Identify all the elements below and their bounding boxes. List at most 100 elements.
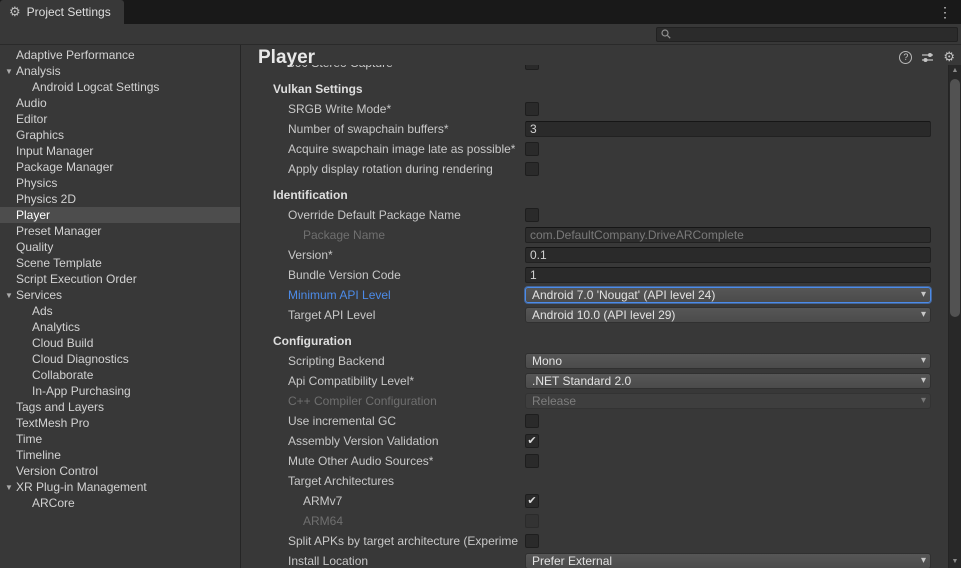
setting-label: Scripting Backend (288, 354, 385, 368)
sidebar-item-label: Preset Manager (16, 224, 101, 238)
sidebar-item-editor[interactable]: Editor (0, 111, 240, 127)
gear-icon[interactable]: ⚙ (943, 49, 955, 65)
checkbox[interactable] (525, 208, 539, 222)
vertical-scrollbar[interactable]: ▲ ▼ (948, 65, 961, 568)
checkbox[interactable] (525, 454, 539, 468)
scroll-down-icon[interactable]: ▼ (949, 556, 961, 568)
section-header: Configuration (273, 334, 352, 348)
setting-label: C++ Compiler Configuration (288, 394, 437, 408)
sidebar-item-input-manager[interactable]: Input Manager (0, 143, 240, 159)
setting-label: Use incremental GC (288, 414, 396, 428)
sidebar-item-label: Analysis (16, 64, 61, 78)
setting-row: Mute Other Audio Sources* (241, 451, 961, 471)
dropdown[interactable]: Android 10.0 (API level 29)▾ (525, 307, 931, 323)
setting-row: Override Default Package Name (241, 205, 961, 225)
setting-label: Api Compatibility Level* (288, 374, 414, 388)
sidebar-item-script-execution-order[interactable]: Script Execution Order (0, 271, 240, 287)
setting-label: Assembly Version Validation (288, 434, 439, 448)
sidebar-item-package-manager[interactable]: Package Manager (0, 159, 240, 175)
dropdown-value: .NET Standard 2.0 (532, 374, 631, 388)
sidebar-item-preset-manager[interactable]: Preset Manager (0, 223, 240, 239)
search-input[interactable] (675, 28, 953, 41)
dropdown[interactable]: Mono ▾ (525, 353, 931, 369)
setting-label: Number of swapchain buffers* (288, 122, 449, 136)
sidebar-item-analysis[interactable]: ▼Analysis (0, 63, 240, 79)
checkbox[interactable] (525, 142, 539, 156)
sidebar-item-services[interactable]: ▼Services (0, 287, 240, 303)
dropdown-arrow-icon: ▾ (921, 394, 926, 408)
setting-row: Minimum API Level Android 7.0 'Nougat' (A… (241, 285, 961, 305)
text-field[interactable] (525, 121, 931, 137)
sidebar-item-cloud-build[interactable]: Cloud Build (0, 335, 240, 351)
sidebar-item-physics[interactable]: Physics (0, 175, 240, 191)
preset-sliders-icon[interactable] (921, 51, 934, 64)
search-box[interactable] (656, 27, 958, 42)
sidebar-item-time[interactable]: Time (0, 431, 240, 447)
setting-row: ARM64 (241, 511, 961, 531)
sidebar-item-player[interactable]: Player (0, 207, 240, 223)
setting-row: Use incremental GC (241, 411, 961, 431)
scrollbar-thumb[interactable] (950, 79, 960, 317)
checkbox[interactable]: ✔ (525, 434, 539, 448)
section-row: Vulkan Settings (241, 79, 961, 99)
dropdown[interactable]: Android 7.0 'Nougat' (API level 24) ▾ (525, 287, 931, 303)
setting-row: C++ Compiler ConfigurationRelease▾ (241, 391, 961, 411)
setting-label: SRGB Write Mode* (288, 102, 391, 116)
sidebar-item-label: Ads (32, 304, 53, 318)
sidebar-item-version-control[interactable]: Version Control (0, 463, 240, 479)
dropdown[interactable]: Prefer External▾ (525, 553, 931, 568)
checkbox[interactable]: ✔ (525, 494, 539, 508)
sidebar-item-timeline[interactable]: Timeline (0, 447, 240, 463)
titlebar: ⚙ Project Settings ⋮ (0, 0, 961, 24)
dropdown-arrow-icon: ▾ (921, 374, 926, 388)
window-menu-icon[interactable]: ⋮ (929, 4, 961, 21)
sidebar-item-textmesh-pro[interactable]: TextMesh Pro (0, 415, 240, 431)
checkbox[interactable] (525, 102, 539, 116)
sidebar-item-audio[interactable]: Audio (0, 95, 240, 111)
checkbox[interactable] (525, 65, 539, 70)
sidebar-item-cloud-diagnostics[interactable]: Cloud Diagnostics (0, 351, 240, 367)
main-split: Adaptive Performance▼AnalysisAndroid Log… (0, 45, 961, 568)
sidebar-item-label: Input Manager (16, 144, 93, 158)
sidebar-item-in-app-purchasing[interactable]: In-App Purchasing (0, 383, 240, 399)
dropdown-value: Android 7.0 'Nougat' (API level 24) (532, 288, 715, 302)
dropdown[interactable]: .NET Standard 2.0 ▾ (525, 373, 931, 389)
text-field[interactable] (525, 247, 931, 263)
help-icon[interactable]: ? (899, 51, 912, 64)
checkbox[interactable] (525, 534, 539, 548)
sidebar-item-arcore[interactable]: ARCore (0, 495, 240, 511)
setting-row: Assembly Version Validation ✔ (241, 431, 961, 451)
sidebar-item-label: Scene Template (16, 256, 102, 270)
sidebar-item-analytics[interactable]: Analytics (0, 319, 240, 335)
foldout-arrow-icon[interactable]: ▼ (3, 287, 15, 303)
setting-row: Api Compatibility Level* .NET Standard 2.… (241, 371, 961, 391)
setting-label: Override Default Package Name (288, 208, 461, 222)
foldout-arrow-icon[interactable]: ▼ (3, 479, 15, 495)
sidebar-item-adaptive-performance[interactable]: Adaptive Performance (0, 47, 240, 63)
sidebar-item-ads[interactable]: Ads (0, 303, 240, 319)
setting-label: Minimum API Level (288, 288, 391, 302)
checkbox[interactable] (525, 414, 539, 428)
checkbox[interactable] (525, 162, 539, 176)
setting-row: Target Architectures (241, 471, 961, 491)
sidebar-item-android-logcat-settings[interactable]: Android Logcat Settings (0, 79, 240, 95)
sidebar-item-collaborate[interactable]: Collaborate (0, 367, 240, 383)
sidebar-item-xr-plug-in-management[interactable]: ▼XR Plug-in Management (0, 479, 240, 495)
settings-list: 360 Stereo CaptureVulkan SettingsSRGB Wr… (241, 65, 961, 568)
sidebar-item-graphics[interactable]: Graphics (0, 127, 240, 143)
foldout-arrow-icon[interactable]: ▼ (3, 63, 15, 79)
panel-header-icons: ? ⚙ (899, 49, 955, 65)
sidebar-item-label: Cloud Build (32, 336, 93, 350)
sidebar-item-physics-2d[interactable]: Physics 2D (0, 191, 240, 207)
dropdown-value: Mono (532, 354, 562, 368)
sidebar-item-tags-and-layers[interactable]: Tags and Layers (0, 399, 240, 415)
scroll-up-icon[interactable]: ▲ (949, 65, 961, 77)
setting-label: ARM64 (303, 514, 343, 528)
dropdown-arrow-icon: ▾ (921, 354, 926, 368)
tab-project-settings[interactable]: ⚙ Project Settings (0, 0, 124, 24)
dropdown-arrow-icon: ▾ (921, 288, 926, 302)
text-field[interactable] (525, 267, 931, 283)
sidebar-item-quality[interactable]: Quality (0, 239, 240, 255)
settings-gear-icon: ⚙ (9, 4, 21, 20)
sidebar-item-scene-template[interactable]: Scene Template (0, 255, 240, 271)
